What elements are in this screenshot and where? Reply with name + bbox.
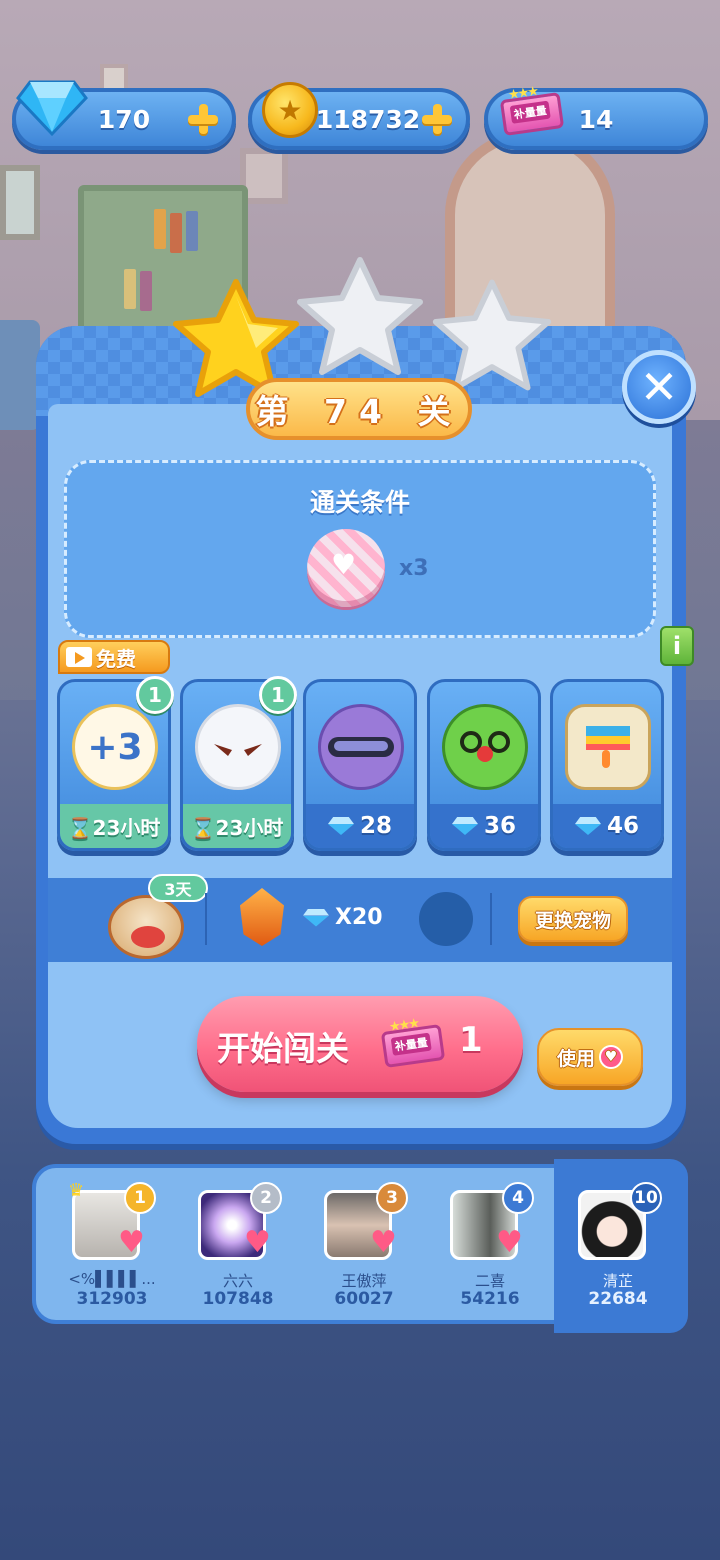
- booster-paint[interactable]: 46: [550, 679, 664, 851]
- booster-timer: ⌛23小时: [183, 804, 291, 848]
- empty-pet-slot[interactable]: [419, 892, 473, 946]
- rank-badge: 10: [630, 1182, 662, 1214]
- add-diamonds-icon[interactable]: [186, 102, 220, 136]
- booster-frog[interactable]: 36: [427, 679, 541, 851]
- start-label: 开始闯关: [217, 1029, 349, 1068]
- crown-icon: ♛: [68, 1180, 85, 1201]
- friend-name: <%▌▌▌▌...: [68, 1270, 156, 1288]
- friend-name: 二喜: [474, 1272, 505, 1290]
- send-heart-icon[interactable]: ♥: [496, 1228, 536, 1262]
- booster-price: 36: [430, 804, 538, 848]
- free-label: 免费: [96, 646, 136, 671]
- condition-count: x3: [399, 556, 429, 581]
- rank-badge: 1: [124, 1182, 156, 1214]
- level-conditions: 通关条件 ♥ x3: [64, 460, 656, 638]
- booster-timer: ⌛23小时: [60, 804, 168, 848]
- use-label: 使用: [556, 1047, 595, 1070]
- friend-score: 54216: [460, 1289, 520, 1309]
- diamond-icon: [452, 817, 478, 835]
- pet-days-badge: 3天: [148, 874, 208, 902]
- info-button[interactable]: i: [660, 626, 694, 666]
- ticket-icon: ★★★ 补量量: [380, 1016, 446, 1068]
- booster-price-value: 36: [483, 813, 516, 839]
- conditions-title: 通关条件: [309, 488, 410, 517]
- friend-name: 王傲萍: [341, 1272, 387, 1290]
- rank-badge: 4: [502, 1182, 534, 1214]
- leaderboard-entry[interactable]: ♛ 1 ♥ <%▌▌▌▌... 312903: [64, 1180, 174, 1314]
- use-heart-button[interactable]: 使用 ♥: [537, 1028, 643, 1086]
- free-tag: 免费: [58, 640, 170, 674]
- divider: [205, 893, 207, 945]
- add-coins-icon[interactable]: [420, 102, 454, 136]
- booster-price: 28: [306, 804, 414, 848]
- start-level-button[interactable]: 开始闯关 ★★★ 补量量 1: [197, 996, 523, 1092]
- send-heart-icon[interactable]: ♥: [370, 1228, 410, 1262]
- friend-score: 22684: [588, 1289, 648, 1309]
- sofa: [0, 320, 40, 430]
- my-leaderboard-entry[interactable]: 10 清芷 22684: [570, 1182, 680, 1314]
- donut-heart-icon: ♥: [307, 529, 385, 607]
- diamond-icon: [16, 80, 88, 137]
- video-clapper-icon: [66, 647, 92, 667]
- ticket-cost: 1: [459, 1020, 483, 1060]
- leaderboard-entry[interactable]: 4 ♥ 二喜 54216: [442, 1182, 552, 1314]
- white-bunny-icon: [195, 704, 281, 790]
- rank-badge: 2: [250, 1182, 282, 1214]
- friend-name: 六六: [222, 1272, 253, 1290]
- pet-skill-cost: X20: [303, 905, 383, 930]
- glove-plus3-icon: +3: [72, 704, 158, 790]
- ticket-stars: ★★★: [507, 84, 538, 104]
- change-pet-button[interactable]: 更换宠物: [518, 896, 628, 942]
- coin-icon: ★: [262, 82, 318, 138]
- rank-badge: 3: [376, 1182, 408, 1214]
- friend-name: 清芷: [602, 1272, 633, 1290]
- diamond-icon: [575, 817, 601, 835]
- friend-score: 312903: [76, 1289, 148, 1309]
- send-heart-icon[interactable]: ♥: [244, 1228, 284, 1262]
- divider: [490, 893, 492, 945]
- diamond-icon: [328, 817, 354, 835]
- wall-frame: [0, 165, 40, 240]
- pet-avatar[interactable]: [108, 895, 184, 959]
- booster-price: 46: [553, 804, 661, 848]
- leaderboard-entry[interactable]: 3 ♥ 王傲萍 60027: [316, 1182, 426, 1314]
- paint-bucket-icon: [565, 704, 651, 790]
- close-button[interactable]: ✕: [622, 350, 696, 424]
- booster-price-value: 28: [359, 813, 392, 839]
- booster-count-badge: 1: [136, 676, 174, 714]
- diamond-icon: [303, 909, 329, 927]
- green-frog-mustache-icon: [442, 704, 528, 790]
- star-empty-icon: [432, 279, 552, 391]
- close-icon: ✕: [639, 360, 679, 414]
- booster-cat[interactable]: 28: [303, 679, 417, 851]
- send-heart-icon[interactable]: ♥: [118, 1228, 158, 1262]
- friend-score: 107848: [202, 1289, 274, 1309]
- leaderboard-entry[interactable]: 2 ♥ 六六 107848: [190, 1182, 300, 1314]
- booster-price-value: 46: [606, 813, 639, 839]
- booster-count-badge: 1: [259, 676, 297, 714]
- purple-cat-goggles-icon: [318, 704, 404, 790]
- level-title: 第 74 关: [246, 378, 472, 440]
- star-empty-icon: [297, 257, 423, 375]
- pet-cost-value: X20: [335, 905, 383, 930]
- ticket-text: 补量量: [509, 100, 551, 124]
- friend-score: 60027: [334, 1289, 394, 1309]
- heart-icon: ♥: [599, 1045, 623, 1069]
